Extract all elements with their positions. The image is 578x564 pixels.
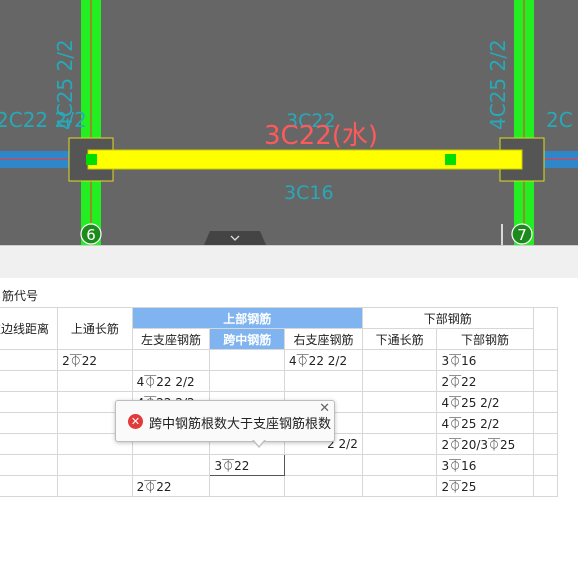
table-row: 0) 3⏁22 3⏁16 <box>0 454 559 476</box>
table-cell[interactable] <box>131 454 211 476</box>
error-icon: ✕ <box>128 414 143 429</box>
table-cell[interactable]: 0) <box>0 370 59 392</box>
beam-grip-left[interactable] <box>86 154 97 165</box>
table-cell[interactable] <box>284 475 363 497</box>
beam-label-right-edge: 2C <box>546 108 573 132</box>
table-cell[interactable] <box>532 349 559 371</box>
table-cell[interactable] <box>209 370 286 392</box>
table-cell[interactable]: 2⏁22 <box>57 349 133 371</box>
table-cell[interactable]: 3⏁16 <box>436 349 534 371</box>
axis-number-6: 6 <box>86 226 96 244</box>
table-cell[interactable] <box>532 433 559 455</box>
table-cell[interactable] <box>0 412 59 434</box>
table-cell[interactable] <box>532 454 559 476</box>
table-cell[interactable]: 0) <box>0 349 59 371</box>
table-cell[interactable]: 4⏁25 2/2 <box>436 391 534 413</box>
table-row: 0) 2⏁22 4⏁22 2/2 3⏁16 <box>0 349 559 371</box>
beam-grip-right[interactable] <box>445 154 456 165</box>
col-header-mid-span[interactable]: 跨中钢筋 <box>209 328 286 350</box>
col-header-bottom-through[interactable]: 下通长筋 <box>361 328 438 350</box>
table-row: 0) 2⏁22 2⏁25 <box>0 475 559 497</box>
table-cell[interactable]: 4⏁22 2/2 <box>131 370 211 392</box>
table-cell[interactable]: 2⏁22 <box>436 370 534 392</box>
column-left-rebar-label: 4C25 2/2 <box>53 39 77 130</box>
table-cell[interactable]: 2⏁20/3⏁25 <box>436 433 534 455</box>
table-cell[interactable] <box>361 433 438 455</box>
col-header-right-support[interactable]: 右支座钢筋 <box>284 328 363 350</box>
table-cell[interactable] <box>361 349 438 371</box>
table-cell[interactable]: 0) <box>0 475 59 497</box>
table-cell[interactable] <box>361 475 438 497</box>
column-right-rebar-label: 4C25 2/2 <box>486 39 510 130</box>
table-row: 0) 4⏁22 2/2 2⏁22 <box>0 370 559 392</box>
section-title: 筋代号 <box>2 289 39 303</box>
col-header-left-support[interactable]: 左支座钢筋 <box>131 328 211 350</box>
mid-span-edit-cell[interactable]: 3⏁22 <box>209 454 286 476</box>
table-cell[interactable] <box>361 412 438 434</box>
table-cell[interactable] <box>532 475 559 497</box>
close-icon[interactable]: ✕ <box>319 401 330 416</box>
table-cell[interactable] <box>361 391 438 413</box>
table-cell[interactable]: 0) <box>0 454 59 476</box>
cad-drawing-canvas[interactable]: 3C22 3C22(水) 3C16 2C22 2/2 2C 4C25 2/2 4… <box>0 0 578 245</box>
col-header-top-through[interactable]: 上通长筋 <box>57 307 133 350</box>
axis-number-7: 7 <box>517 226 527 244</box>
table-cell[interactable] <box>57 370 133 392</box>
col-header-bottom-rebar[interactable]: 下部钢筋 <box>436 328 534 350</box>
table-cell[interactable] <box>284 370 363 392</box>
table-cell[interactable] <box>532 391 559 413</box>
table-cell[interactable] <box>361 370 438 392</box>
table-cell[interactable]: 0) <box>0 433 59 455</box>
table-cell[interactable]: 3⏁16 <box>436 454 534 476</box>
table-cell[interactable] <box>209 475 286 497</box>
validation-tooltip: ✕ 跨中钢筋根数大于支座钢筋根数 ✕ <box>115 400 335 448</box>
table-cell[interactable]: 4⏁25 2/2 <box>436 412 534 434</box>
table-cell[interactable] <box>57 475 133 497</box>
table-cell[interactable]: 2⏁22 <box>131 475 211 497</box>
beam-label-middle: 3C22(水) <box>264 121 378 151</box>
panel-splitter[interactable] <box>0 245 578 278</box>
tooltip-arrow-fill <box>253 439 265 446</box>
group-header-top-rebar[interactable]: 上部钢筋 <box>131 307 363 329</box>
table-cell[interactable]: 0) <box>0 391 59 413</box>
col-header-left-edge-dist[interactable]: 左边线距离 <box>0 307 59 350</box>
beam-label-bottom: 3C16 <box>284 182 334 204</box>
group-header-bottom-rebar[interactable]: 下部钢筋 <box>361 307 534 329</box>
table-cell[interactable] <box>361 454 438 476</box>
selected-beam[interactable] <box>87 149 523 170</box>
table-cell[interactable] <box>131 349 211 371</box>
tooltip-message: 跨中钢筋根数大于支座钢筋根数 <box>149 417 332 432</box>
col-header-extra <box>532 307 559 350</box>
table-cell[interactable] <box>284 454 363 476</box>
table-cell[interactable] <box>532 412 559 434</box>
table-cell[interactable] <box>209 349 286 371</box>
table-cell[interactable] <box>57 454 133 476</box>
panel-collapse-tab[interactable] <box>204 231 266 245</box>
table-cell[interactable]: 2⏁25 <box>436 475 534 497</box>
table-cell[interactable] <box>532 370 559 392</box>
table-cell[interactable]: 4⏁22 2/2 <box>284 349 363 371</box>
